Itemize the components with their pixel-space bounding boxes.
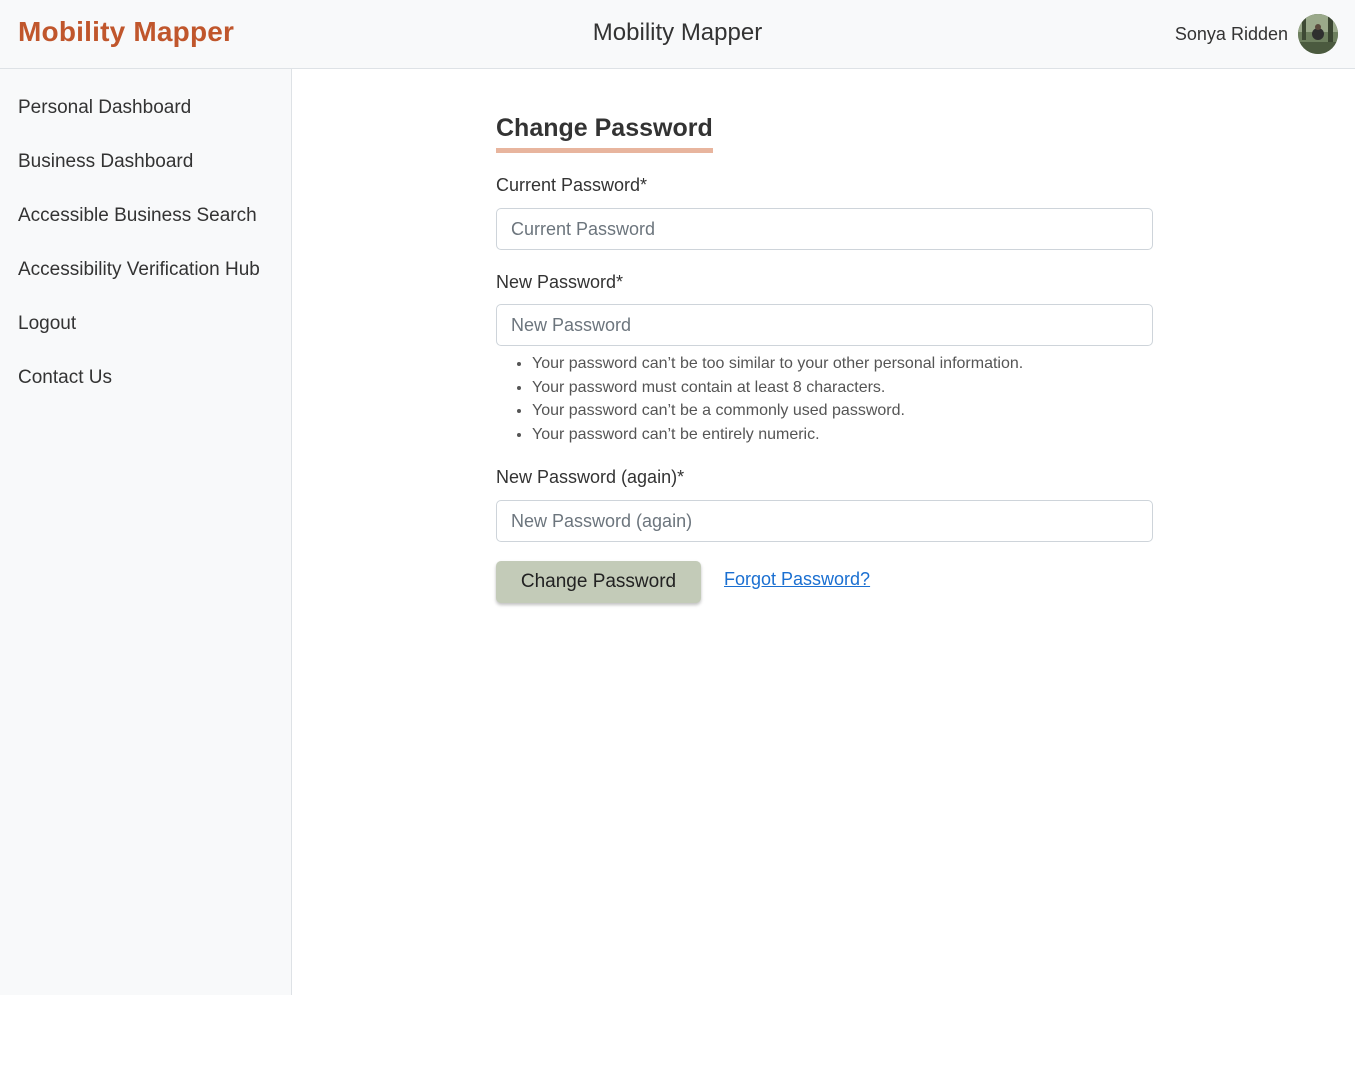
sidebar-item-personal-dashboard[interactable]: Personal Dashboard <box>18 97 191 119</box>
password-rule: Your password can’t be too similar to yo… <box>532 352 1023 376</box>
sidebar-item-accessible-business-search[interactable]: Accessible Business Search <box>18 205 257 227</box>
sidebar-item-logout[interactable]: Logout <box>18 313 76 335</box>
sidebar-item-business-dashboard[interactable]: Business Dashboard <box>18 151 193 173</box>
forgot-password-link[interactable]: Forgot Password? <box>724 569 870 590</box>
sidebar: Personal Dashboard Business Dashboard Ac… <box>0 69 292 995</box>
new-password-input[interactable] <box>496 304 1153 346</box>
avatar[interactable] <box>1298 14 1338 54</box>
current-password-label: Current Password* <box>496 175 648 195</box>
password-rule: Your password can’t be a commonly used p… <box>532 399 1023 423</box>
current-password-input[interactable] <box>496 208 1153 250</box>
confirm-password-label: New Password (again)* <box>496 467 685 487</box>
brand-logo[interactable]: Mobility Mapper <box>18 16 234 48</box>
avatar-image <box>1298 14 1338 54</box>
password-rule: Your password can’t be entirely numeric. <box>532 423 1023 447</box>
sidebar-item-contact-us[interactable]: Contact Us <box>18 367 112 389</box>
user-name[interactable]: Sonya Ridden <box>1175 24 1288 45</box>
sidebar-item-accessibility-verification-hub[interactable]: Accessibility Verification Hub <box>18 259 260 281</box>
change-password-form: Change Password Current Password* New Pa… <box>496 114 1153 603</box>
new-password-label: New Password* <box>496 272 624 292</box>
confirm-password-input[interactable] <box>496 500 1153 542</box>
change-password-button[interactable]: Change Password <box>496 561 701 603</box>
top-navbar: Mobility Mapper Mobility Mapper Sonya Ri… <box>0 0 1355 69</box>
password-rules-list: Your password can’t be too similar to yo… <box>496 352 1023 447</box>
password-rule: Your password must contain at least 8 ch… <box>532 376 1023 400</box>
user-menu[interactable]: Sonya Ridden <box>1175 14 1338 54</box>
form-heading: Change Password <box>496 114 713 153</box>
